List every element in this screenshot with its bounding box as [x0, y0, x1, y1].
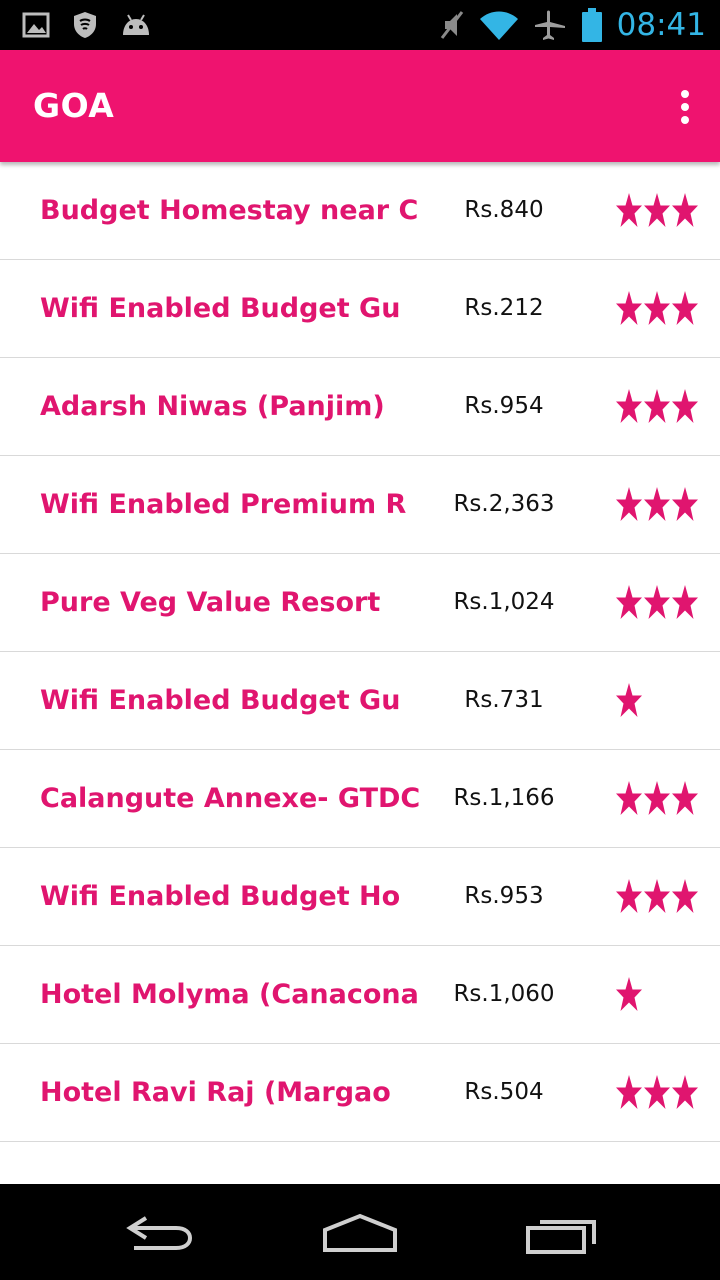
battery-icon	[581, 8, 602, 42]
navigation-bar	[0, 1184, 720, 1280]
listing-price: Rs.840	[464, 197, 544, 223]
star-icon	[644, 585, 670, 619]
star-icon	[672, 291, 698, 325]
star-icon	[672, 879, 698, 913]
notification-icons	[22, 11, 152, 39]
listing-price: Rs.1,024	[453, 589, 555, 615]
star-icon	[616, 193, 642, 227]
listing-name: Adarsh Niwas (Panjim)	[40, 391, 385, 422]
recent-apps-icon[interactable]	[526, 1212, 598, 1254]
overflow-dot	[681, 116, 689, 124]
listing-list: Budget Homestay near C Rs.840 Wifi Enabled…	[0, 162, 720, 1142]
listing-name: Pure Veg Value Resort	[40, 587, 381, 618]
star-rating	[616, 193, 698, 229]
star-icon	[644, 781, 670, 815]
star-rating	[616, 585, 698, 621]
star-icon	[644, 291, 670, 325]
overflow-dot	[681, 103, 689, 111]
list-item[interactable]: Hotel Molyma (Canacona Rs.1,060	[0, 946, 720, 1044]
listing-name: Wifi Enabled Premium R	[40, 489, 407, 520]
star-icon	[672, 193, 698, 227]
star-icon	[616, 1075, 642, 1109]
star-icon	[672, 1075, 698, 1109]
star-rating	[616, 879, 698, 915]
list-item[interactable]: Calangute Annexe- GTDC Rs.1,166	[0, 750, 720, 848]
list-item[interactable]: Wifi Enabled Premium R Rs.2,363	[0, 456, 720, 554]
listing-price: Rs.2,363	[453, 491, 555, 517]
star-icon	[672, 585, 698, 619]
image-notification-icon	[22, 12, 50, 38]
star-icon	[672, 781, 698, 815]
listing-name: Hotel Ravi Raj (Margao	[40, 1077, 391, 1108]
shield-notification-icon	[74, 12, 96, 38]
android-notification-icon	[123, 14, 149, 35]
list-item[interactable]: Budget Homestay near C Rs.840	[0, 162, 720, 260]
star-rating	[616, 487, 698, 523]
status-clock: 08:41	[616, 7, 706, 43]
listing-price: Rs.953	[464, 883, 544, 909]
star-rating	[616, 683, 642, 719]
airplane-icon	[534, 10, 565, 40]
star-icon	[672, 389, 698, 423]
listing-price: Rs.1,060	[453, 981, 555, 1007]
listing-price: Rs.731	[464, 687, 544, 713]
star-rating	[616, 1075, 698, 1111]
listing-name: Hotel Molyma (Canacona	[40, 979, 419, 1010]
list-item[interactable]: Wifi Enabled Budget Gu Rs.212	[0, 260, 720, 358]
star-icon	[672, 487, 698, 521]
back-icon[interactable]	[124, 1212, 196, 1254]
star-icon	[616, 487, 642, 521]
star-icon	[616, 977, 642, 1011]
star-icon	[616, 781, 642, 815]
star-rating	[616, 291, 698, 327]
star-icon	[644, 193, 670, 227]
star-icon	[644, 389, 670, 423]
list-item[interactable]: Pure Veg Value Resort Rs.1,024	[0, 554, 720, 652]
star-icon	[616, 291, 642, 325]
listing-name: Wifi Enabled Budget Gu	[40, 293, 401, 324]
listing-price: Rs.1,166	[453, 785, 555, 811]
app-bar: GOA	[0, 50, 720, 162]
star-rating	[616, 781, 698, 817]
page-title: GOA	[33, 86, 115, 125]
system-icons: 08:41	[439, 6, 706, 44]
home-icon[interactable]	[322, 1212, 398, 1254]
listing-price: Rs.212	[464, 295, 544, 321]
star-icon	[616, 389, 642, 423]
muted-icon	[440, 11, 463, 39]
list-item[interactable]: Hotel Ravi Raj (Margao Rs.504	[0, 1044, 720, 1142]
star-icon	[616, 585, 642, 619]
listing-name: Budget Homestay near C	[40, 195, 419, 226]
list-item[interactable]: Wifi Enabled Budget Ho Rs.953	[0, 848, 720, 946]
list-item[interactable]: Wifi Enabled Budget Gu Rs.731	[0, 652, 720, 750]
listing-price: Rs.954	[464, 393, 544, 419]
listing-name: Wifi Enabled Budget Ho	[40, 881, 401, 912]
star-icon	[644, 1075, 670, 1109]
overflow-menu-icon[interactable]	[672, 88, 698, 126]
status-bar: 08:41	[0, 0, 720, 50]
star-icon	[616, 879, 642, 913]
listing-price: Rs.504	[464, 1079, 544, 1105]
wifi-icon	[479, 11, 518, 40]
star-rating	[616, 977, 642, 1013]
listing-name: Calangute Annexe- GTDC	[40, 783, 420, 814]
star-icon	[644, 879, 670, 913]
list-item[interactable]: Adarsh Niwas (Panjim) Rs.954	[0, 358, 720, 456]
star-icon	[616, 683, 642, 717]
star-rating	[616, 389, 698, 425]
listing-name: Wifi Enabled Budget Gu	[40, 685, 401, 716]
overflow-dot	[681, 90, 689, 98]
star-icon	[644, 487, 670, 521]
